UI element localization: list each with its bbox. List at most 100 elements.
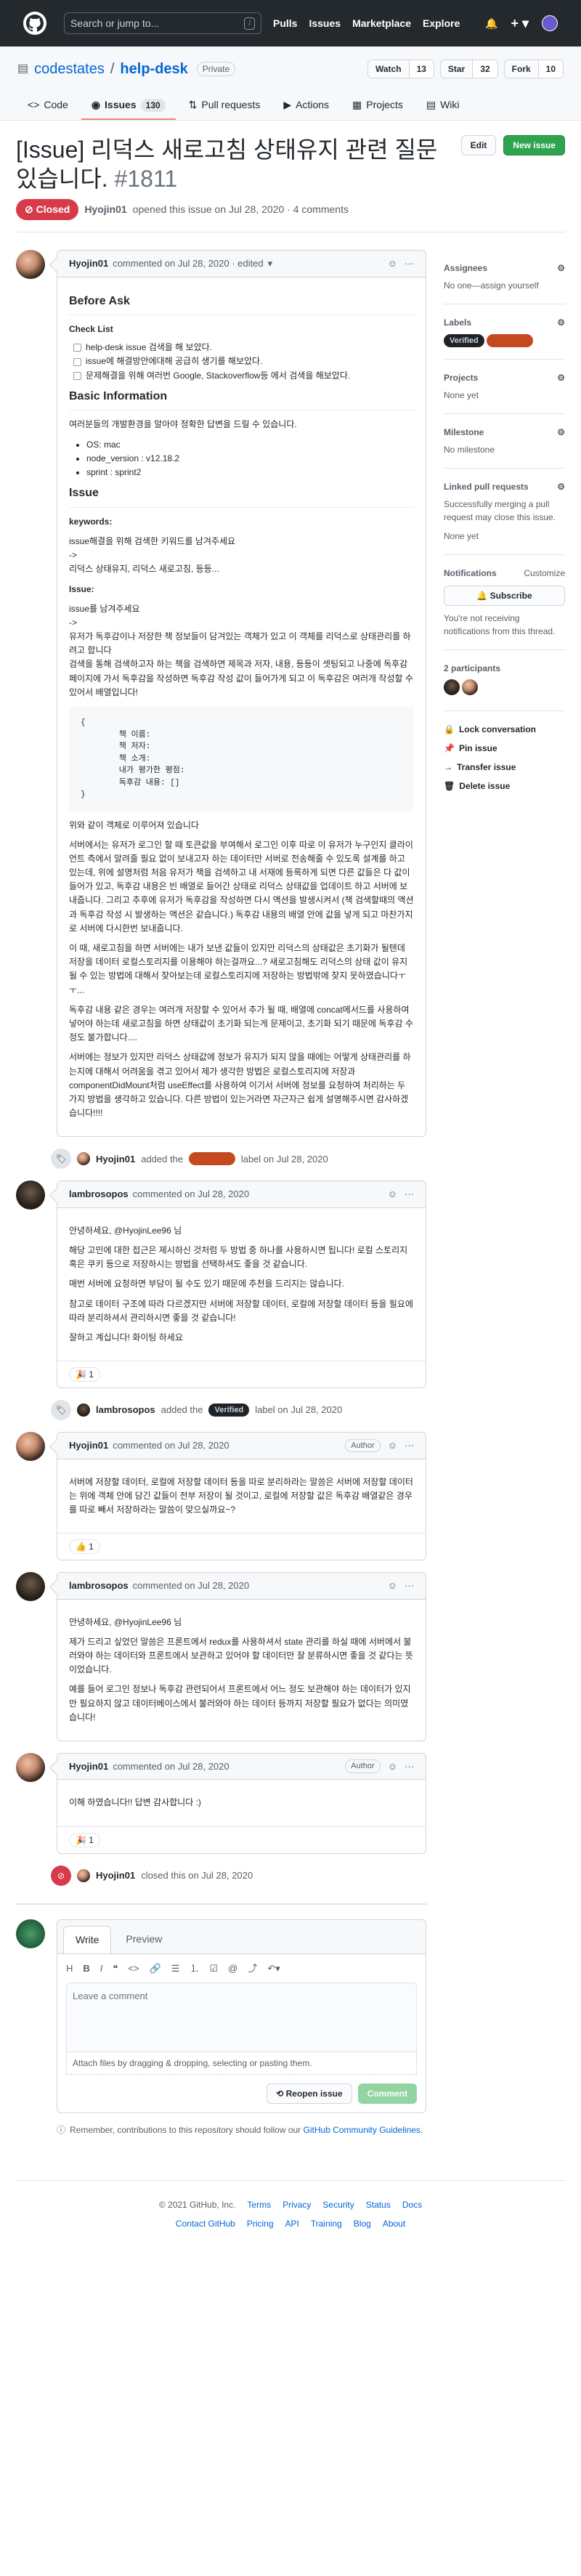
comment-author[interactable]: Hyojin01 xyxy=(69,256,108,271)
avatar[interactable] xyxy=(462,679,479,695)
gear-icon[interactable]: ⚙ xyxy=(557,480,565,493)
repo-owner-link[interactable]: codestates xyxy=(34,58,105,80)
avatar[interactable] xyxy=(444,679,460,695)
heading-icon[interactable]: H xyxy=(66,1961,73,1976)
fork-count[interactable]: 10 xyxy=(537,60,563,78)
kebab-icon[interactable]: ··· xyxy=(405,1759,414,1774)
event-actor[interactable]: lambrosopos xyxy=(96,1403,155,1417)
reaction-thumbs-up[interactable]: 👍 1 xyxy=(69,1539,100,1555)
reply-icon[interactable]: ↶▾ xyxy=(267,1961,280,1976)
nav-explore[interactable]: Explore xyxy=(423,16,460,31)
attach-files[interactable]: Attach files by dragging & dropping, sel… xyxy=(66,2052,417,2075)
footer-link-about[interactable]: About xyxy=(383,2217,405,2230)
sidebar-heading[interactable]: Projects ⚙ xyxy=(444,371,565,384)
task-checkbox[interactable] xyxy=(73,357,81,366)
footer-link-pricing[interactable]: Pricing xyxy=(247,2217,274,2230)
footer-link-contact[interactable]: Contact GitHub xyxy=(176,2217,235,2230)
reaction-hooray[interactable]: 🎉 1 xyxy=(69,1367,100,1382)
watch-button[interactable]: Watch 13 xyxy=(367,60,434,78)
footer-link-terms[interactable]: Terms xyxy=(247,2198,271,2211)
avatar[interactable] xyxy=(16,1180,45,1210)
chevron-down-icon[interactable]: ▾ xyxy=(268,256,273,271)
label-badge[interactable]: Question xyxy=(487,334,533,347)
smiley-icon[interactable]: ☺ xyxy=(388,1759,397,1774)
comment-meta[interactable]: commented on Jul 28, 2020 · edited xyxy=(113,256,263,271)
search-input[interactable]: Search or jump to... / xyxy=(64,12,261,34)
sidebar-heading[interactable]: Labels ⚙ xyxy=(444,316,565,329)
label-badge[interactable]: Verified xyxy=(208,1404,250,1417)
nav-marketplace[interactable]: Marketplace xyxy=(352,16,411,31)
pin-issue-link[interactable]: 📌 Pin issue xyxy=(444,739,565,758)
subscribe-button[interactable]: 🔔 Subscribe xyxy=(444,586,565,606)
comment-author[interactable]: Hyojin01 xyxy=(69,1759,108,1774)
comment-textarea[interactable]: Leave a comment xyxy=(66,1982,417,2053)
comment-meta[interactable]: commented on Jul 28, 2020 xyxy=(113,1759,229,1774)
footer-link-status[interactable]: Status xyxy=(366,2198,391,2211)
footer-link-privacy[interactable]: Privacy xyxy=(283,2198,311,2211)
avatar[interactable] xyxy=(16,1919,45,1948)
nav-pulls[interactable]: Pulls xyxy=(273,16,297,31)
kebab-icon[interactable]: ··· xyxy=(405,1187,414,1202)
bold-icon[interactable]: B xyxy=(83,1961,89,1976)
smiley-icon[interactable]: ☺ xyxy=(388,1187,397,1202)
comment-meta[interactable]: commented on Jul 28, 2020 xyxy=(113,1438,229,1453)
comment-button[interactable]: Comment xyxy=(357,2083,417,2105)
footer-link-training[interactable]: Training xyxy=(311,2217,342,2230)
footer-link-docs[interactable]: Docs xyxy=(402,2198,422,2211)
comment-meta[interactable]: commented on Jul 28, 2020 xyxy=(133,1579,249,1593)
comment-author[interactable]: lambrosopos xyxy=(69,1579,129,1593)
link-icon[interactable]: 🔗 xyxy=(150,1961,161,1976)
comment-meta[interactable]: commented on Jul 28, 2020 xyxy=(133,1187,249,1202)
numbered-list-icon[interactable]: ⒈ xyxy=(190,1961,199,1976)
bell-icon[interactable]: 🔔 xyxy=(485,16,497,31)
github-logo-icon[interactable] xyxy=(23,12,46,35)
kebab-icon[interactable]: ··· xyxy=(405,1438,414,1453)
edit-button[interactable]: Edit xyxy=(460,135,497,155)
smiley-icon[interactable]: ☺ xyxy=(388,1438,397,1453)
reaction-hooray[interactable]: 🎉 1 xyxy=(69,1832,100,1847)
italic-icon[interactable]: I xyxy=(100,1961,103,1976)
avatar[interactable] xyxy=(16,1752,45,1782)
tab-wiki[interactable]: ▤ Wiki xyxy=(416,92,470,120)
avatar[interactable] xyxy=(77,1152,90,1166)
sidebar-heading[interactable]: Linked pull requests ⚙ xyxy=(444,480,565,493)
avatar[interactable] xyxy=(77,1404,90,1417)
assignees-value[interactable]: No one—assign yourself xyxy=(444,279,565,292)
customize-link[interactable]: Customize xyxy=(524,567,565,580)
tab-actions[interactable]: ▶ Actions xyxy=(273,92,339,120)
star-count[interactable]: 32 xyxy=(472,60,497,78)
comment-author[interactable]: lambrosopos xyxy=(69,1187,129,1202)
kebab-icon[interactable]: ··· xyxy=(405,256,414,271)
avatar[interactable] xyxy=(77,1868,90,1882)
plus-icon[interactable]: + ▾ xyxy=(511,14,529,33)
nav-issues[interactable]: Issues xyxy=(309,16,341,31)
star-button[interactable]: Star 32 xyxy=(439,60,498,78)
avatar[interactable] xyxy=(16,1572,45,1602)
mention-icon[interactable]: @ xyxy=(228,1961,237,1976)
code-icon[interactable]: <> xyxy=(128,1961,139,1976)
task-checkbox[interactable] xyxy=(73,371,81,380)
user-avatar[interactable] xyxy=(542,15,558,31)
footer-link-api[interactable]: API xyxy=(285,2217,299,2230)
smiley-icon[interactable]: ☺ xyxy=(388,1579,397,1593)
gear-icon[interactable]: ⚙ xyxy=(557,262,565,275)
kebab-icon[interactable]: ··· xyxy=(405,1579,414,1593)
new-issue-button[interactable]: New issue xyxy=(503,135,565,155)
tab-preview[interactable]: Preview xyxy=(114,1926,174,1953)
smiley-icon[interactable]: ☺ xyxy=(388,256,397,271)
sidebar-heading[interactable]: Assignees ⚙ xyxy=(444,262,565,275)
event-actor[interactable]: Hyojin01 xyxy=(96,1868,135,1883)
delete-issue-link[interactable]: 🗑 Delete issue xyxy=(444,777,565,795)
footer-link-blog[interactable]: Blog xyxy=(354,2217,371,2230)
bullet-list-icon[interactable]: ☰ xyxy=(171,1961,180,1976)
tab-projects[interactable]: ▦ Projects xyxy=(342,92,413,120)
transfer-issue-link[interactable]: → Transfer issue xyxy=(444,758,565,777)
issue-author[interactable]: Hyojin01 xyxy=(84,202,126,217)
task-list-icon[interactable]: ☑ xyxy=(209,1961,218,1976)
gear-icon[interactable]: ⚙ xyxy=(557,426,565,439)
tab-pull-requests[interactable]: ⇅ Pull requests xyxy=(179,92,271,120)
lock-conversation-link[interactable]: 🔒 Lock conversation xyxy=(444,720,565,739)
repo-name-link[interactable]: help-desk xyxy=(120,58,187,80)
sidebar-heading[interactable]: Milestone ⚙ xyxy=(444,426,565,439)
reference-icon[interactable]: ⤴ xyxy=(248,1961,257,1976)
